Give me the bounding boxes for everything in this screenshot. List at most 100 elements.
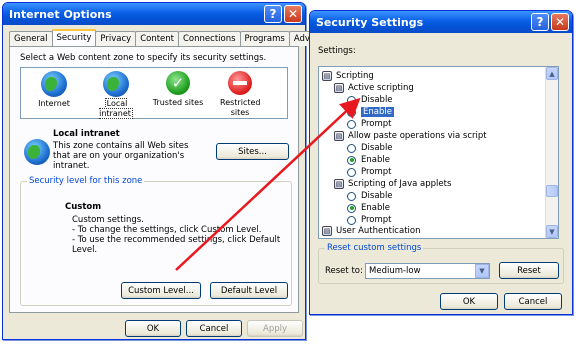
ok-button[interactable]: OK (125, 320, 181, 337)
level-line-2: - To change the settings, click Custom L… (72, 225, 262, 235)
restricted-sites-icon (228, 71, 252, 95)
zone-label: Internet (38, 99, 70, 108)
reset-to-label: Reset to: (325, 266, 363, 276)
scroll-thumb[interactable] (546, 185, 558, 197)
zone-trusted-sites[interactable]: ✓ Trusted sites (149, 71, 207, 108)
zone-list: Internet Local intranet ✓ Trusted sites … (20, 67, 288, 119)
setting-icon: ▤ (334, 83, 344, 93)
group-label: Allow paste operations via script (348, 131, 487, 141)
scroll-up-arrow-icon[interactable]: ▲ (546, 67, 558, 80)
radio-button[interactable] (347, 215, 356, 225)
zone-label: Local intranet (99, 98, 133, 119)
tab-programs[interactable]: Programs (239, 31, 290, 46)
tree-group-java-applets: ▤ Scripting of Java applets (334, 178, 451, 190)
default-level-button[interactable]: Default Level (210, 282, 288, 299)
help-button[interactable]: ? (264, 5, 282, 23)
local-intranet-icon (24, 139, 50, 165)
radio-button[interactable] (347, 143, 356, 153)
option-label: Disable (361, 143, 393, 153)
setting-icon: ▤ (334, 179, 344, 189)
cancel-button[interactable]: Cancel (504, 293, 562, 310)
window-title: Internet Options (9, 7, 112, 21)
radio-button[interactable] (347, 167, 356, 177)
option-label: Prompt (361, 167, 392, 177)
close-button[interactable]: ✕ (551, 13, 569, 31)
radio-button[interactable] (347, 107, 356, 117)
radio-button[interactable] (347, 203, 356, 213)
level-line-1: Custom settings. (72, 215, 144, 225)
level-line-3: - To use the recommended settings, click… (72, 235, 281, 255)
zone-title: Local intranet (53, 129, 120, 139)
radio-active-scripting-enable[interactable]: Enable (347, 106, 394, 118)
cancel-button[interactable]: Cancel (186, 320, 242, 337)
security-settings-window: Security Settings ? ✕ Settings: ▤ Script… (309, 10, 573, 315)
tree-root-scripting: ▤ Scripting (322, 70, 374, 82)
partial-item-label: User Authentication (336, 226, 421, 236)
radio-active-scripting-prompt[interactable]: Prompt (347, 118, 392, 130)
security-tab-panel: Select a Web content zone to specify its… (9, 46, 299, 313)
scroll-down-arrow-icon[interactable]: ▼ (546, 225, 558, 238)
zone-local-intranet[interactable]: Local intranet (87, 71, 145, 119)
security-level-label: Security level for this zone (27, 176, 145, 186)
user-authentication-icon: ▤ (322, 226, 332, 236)
security-level-group: Security level for this zone Custom Cust… (20, 176, 292, 306)
option-label: Enable (361, 203, 390, 213)
help-button[interactable]: ? (531, 13, 549, 31)
option-label: Prompt (361, 215, 392, 225)
globe-icon (41, 71, 67, 97)
option-label: Enable (361, 155, 390, 165)
ok-button[interactable]: OK (440, 293, 498, 310)
trusted-sites-icon: ✓ (166, 71, 190, 95)
reset-group-label: Reset custom settings (325, 243, 424, 253)
radio-button[interactable] (347, 155, 356, 165)
scripting-icon: ▤ (322, 71, 332, 81)
tab-content[interactable]: Content (135, 31, 179, 46)
radio-button[interactable] (347, 119, 356, 129)
option-label: Disable (361, 191, 393, 201)
radio-active-scripting-disable[interactable]: Disable (347, 94, 393, 106)
tree-group-active-scripting: ▤ Active scripting (334, 82, 414, 94)
option-label: Disable (361, 95, 393, 105)
radio-allow-paste-disable[interactable]: Disable (347, 142, 393, 154)
radio-button[interactable] (347, 95, 356, 105)
reset-group: Reset custom settings Reset to: Medium-l… (318, 243, 564, 284)
zone-prompt: Select a Web content zone to specify its… (20, 53, 267, 63)
setting-icon: ▤ (334, 131, 344, 141)
group-label: Active scripting (348, 83, 414, 93)
group-label: Scripting of Java applets (348, 179, 452, 189)
reset-to-value: Medium-low (369, 266, 421, 276)
option-label: Prompt (361, 119, 392, 129)
zone-label: Restricted sites (220, 98, 261, 117)
zone-restricted-sites[interactable]: Restricted sites (211, 71, 269, 118)
zone-label: Trusted sites (152, 98, 204, 107)
internet-options-titlebar[interactable]: Internet Options ? ✕ (3, 3, 305, 25)
radio-allow-paste-enable[interactable]: Enable (347, 154, 390, 166)
radio-java-applets-prompt[interactable]: Prompt (347, 214, 392, 226)
level-name: Custom (65, 202, 102, 212)
tree-scrollbar[interactable]: ▲ ▼ (545, 67, 558, 238)
reset-button[interactable]: Reset (499, 262, 559, 279)
reset-to-select[interactable]: Medium-low ▼ (365, 263, 490, 279)
apply-button[interactable]: Apply (247, 320, 303, 337)
tab-strip: General Security Privacy Content Connect… (9, 29, 341, 46)
radio-allow-paste-prompt[interactable]: Prompt (347, 166, 392, 178)
tree-item-user-authentication: ▤ User Authentication (322, 226, 420, 236)
tab-general[interactable]: General (9, 31, 53, 46)
radio-java-applets-enable[interactable]: Enable (347, 202, 390, 214)
tab-connections[interactable]: Connections (178, 31, 241, 46)
local-intranet-icon (103, 71, 129, 97)
radio-button[interactable] (347, 191, 356, 201)
zone-internet[interactable]: Internet (25, 71, 83, 109)
chevron-down-icon[interactable]: ▼ (475, 264, 489, 278)
sites-button[interactable]: Sites... (216, 143, 289, 160)
settings-label: Settings: (318, 46, 356, 56)
radio-java-applets-disable[interactable]: Disable (347, 190, 393, 202)
security-settings-titlebar[interactable]: Security Settings ? ✕ (310, 11, 572, 33)
close-button[interactable]: ✕ (284, 5, 302, 23)
tab-security[interactable]: Security (51, 29, 97, 46)
window-title: Security Settings (316, 15, 424, 29)
internet-options-window: Internet Options ? ✕ General Security Pr… (2, 2, 341, 340)
tab-privacy[interactable]: Privacy (95, 31, 137, 46)
custom-level-button[interactable]: Custom Level... (121, 282, 201, 299)
tree-root-label: Scripting (336, 71, 374, 81)
